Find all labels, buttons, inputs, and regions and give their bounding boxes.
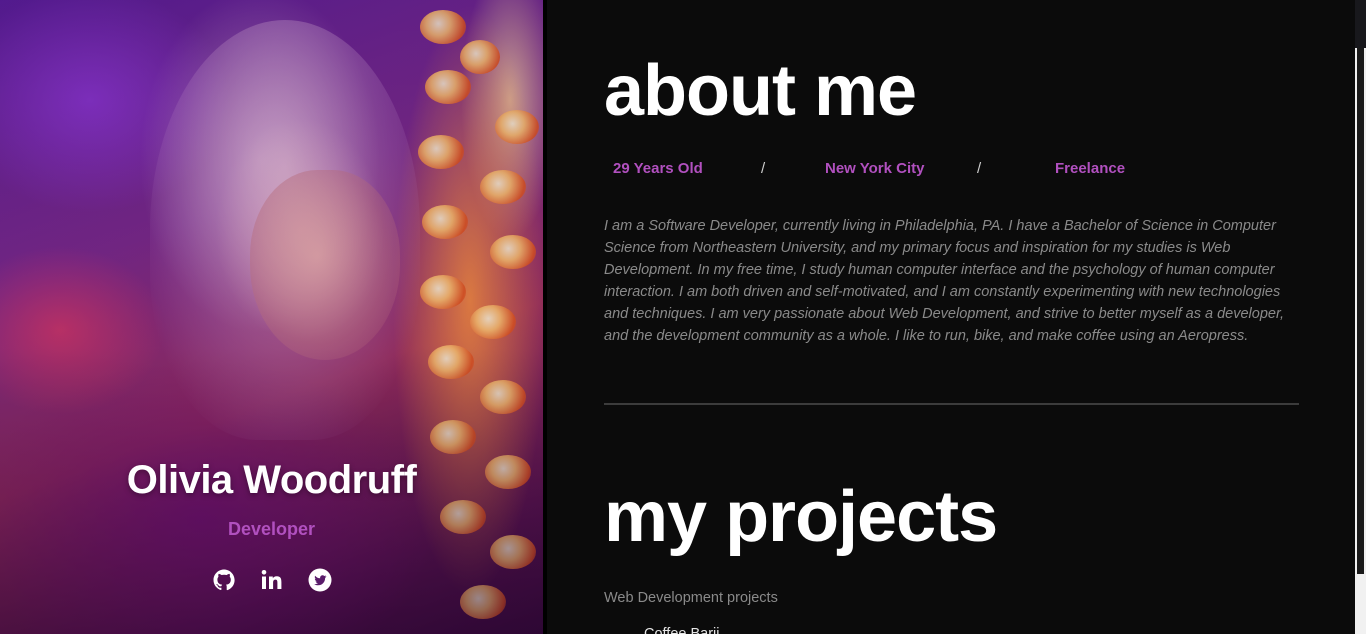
social-links (0, 567, 543, 593)
projects-heading: my projects (604, 477, 998, 557)
linkedin-icon (261, 570, 281, 589)
linkedin-link[interactable] (260, 567, 284, 593)
fact-separator: / (761, 160, 766, 177)
project-link[interactable]: Coffee Barii (644, 626, 720, 634)
section-divider (604, 403, 1299, 405)
hero-panel: Olivia Woodruff Developer (0, 0, 543, 634)
about-bio: I am a Software Developer, currently liv… (604, 218, 1285, 344)
twitter-link[interactable] (308, 567, 332, 593)
github-icon (213, 569, 235, 591)
profile-name: Olivia Woodruff (126, 458, 417, 502)
fact-city: New York City (825, 160, 925, 177)
main-content: about me 29 Years Old / New York City / … (547, 0, 1355, 634)
about-facts: 29 Years Old / New York City / Freelance (604, 160, 1204, 180)
scrollbar-top (1355, 0, 1366, 48)
profile-role: Developer (227, 519, 316, 539)
fact-age: 29 Years Old (613, 160, 703, 177)
scrollbar-thumb[interactable] (1357, 48, 1364, 574)
fact-separator: / (977, 160, 982, 177)
github-link[interactable] (212, 567, 236, 593)
about-heading: about me (604, 51, 917, 131)
projects-subheading: Web Development projects (604, 590, 778, 606)
twitter-icon (308, 568, 331, 592)
portfolio-page: Olivia Woodruff Developer about me 29 Ye… (0, 0, 1366, 634)
fact-status: Freelance (1055, 160, 1126, 177)
